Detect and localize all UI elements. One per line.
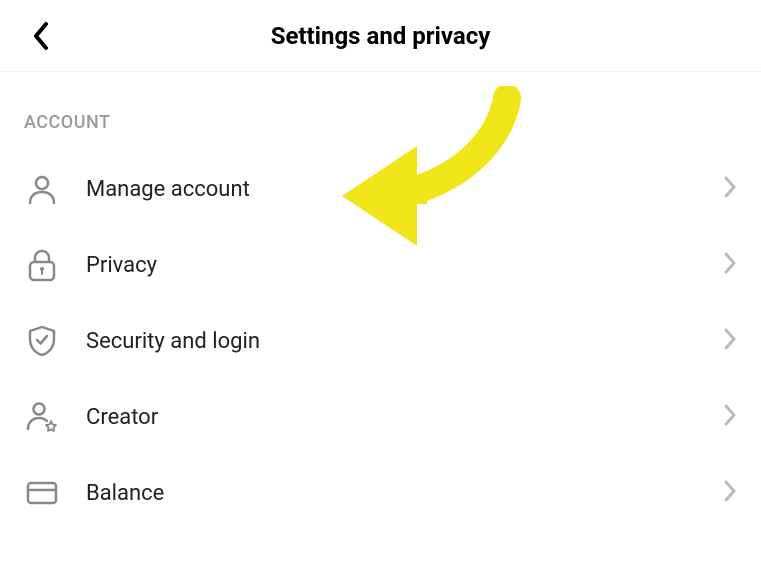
list-item-balance[interactable]: Balance xyxy=(0,455,761,511)
back-button[interactable] xyxy=(20,16,60,56)
list-item-label: Creator xyxy=(86,405,723,430)
shield-check-icon xyxy=(24,323,60,359)
list-item-label: Balance xyxy=(86,481,723,506)
list-item-label: Manage account xyxy=(86,177,723,202)
lock-icon xyxy=(24,247,60,283)
chevron-right-icon xyxy=(723,175,737,203)
list-item-creator[interactable]: Creator xyxy=(0,379,761,455)
header: Settings and privacy xyxy=(0,0,761,72)
chevron-right-icon xyxy=(723,327,737,355)
list-item-privacy[interactable]: Privacy xyxy=(0,227,761,303)
card-icon xyxy=(24,475,60,511)
chevron-right-icon xyxy=(723,403,737,431)
list-item-manage-account[interactable]: Manage account xyxy=(0,151,761,227)
chevron-right-icon xyxy=(723,251,737,279)
user-icon xyxy=(24,171,60,207)
user-star-icon xyxy=(24,399,60,435)
chevron-right-icon xyxy=(723,479,737,507)
list-item-label: Privacy xyxy=(86,253,723,278)
page-title: Settings and privacy xyxy=(0,22,761,50)
chevron-left-icon xyxy=(30,20,50,52)
list-item-label: Security and login xyxy=(86,329,723,354)
list-item-security[interactable]: Security and login xyxy=(0,303,761,379)
section-header-account: ACCOUNT xyxy=(0,72,761,151)
